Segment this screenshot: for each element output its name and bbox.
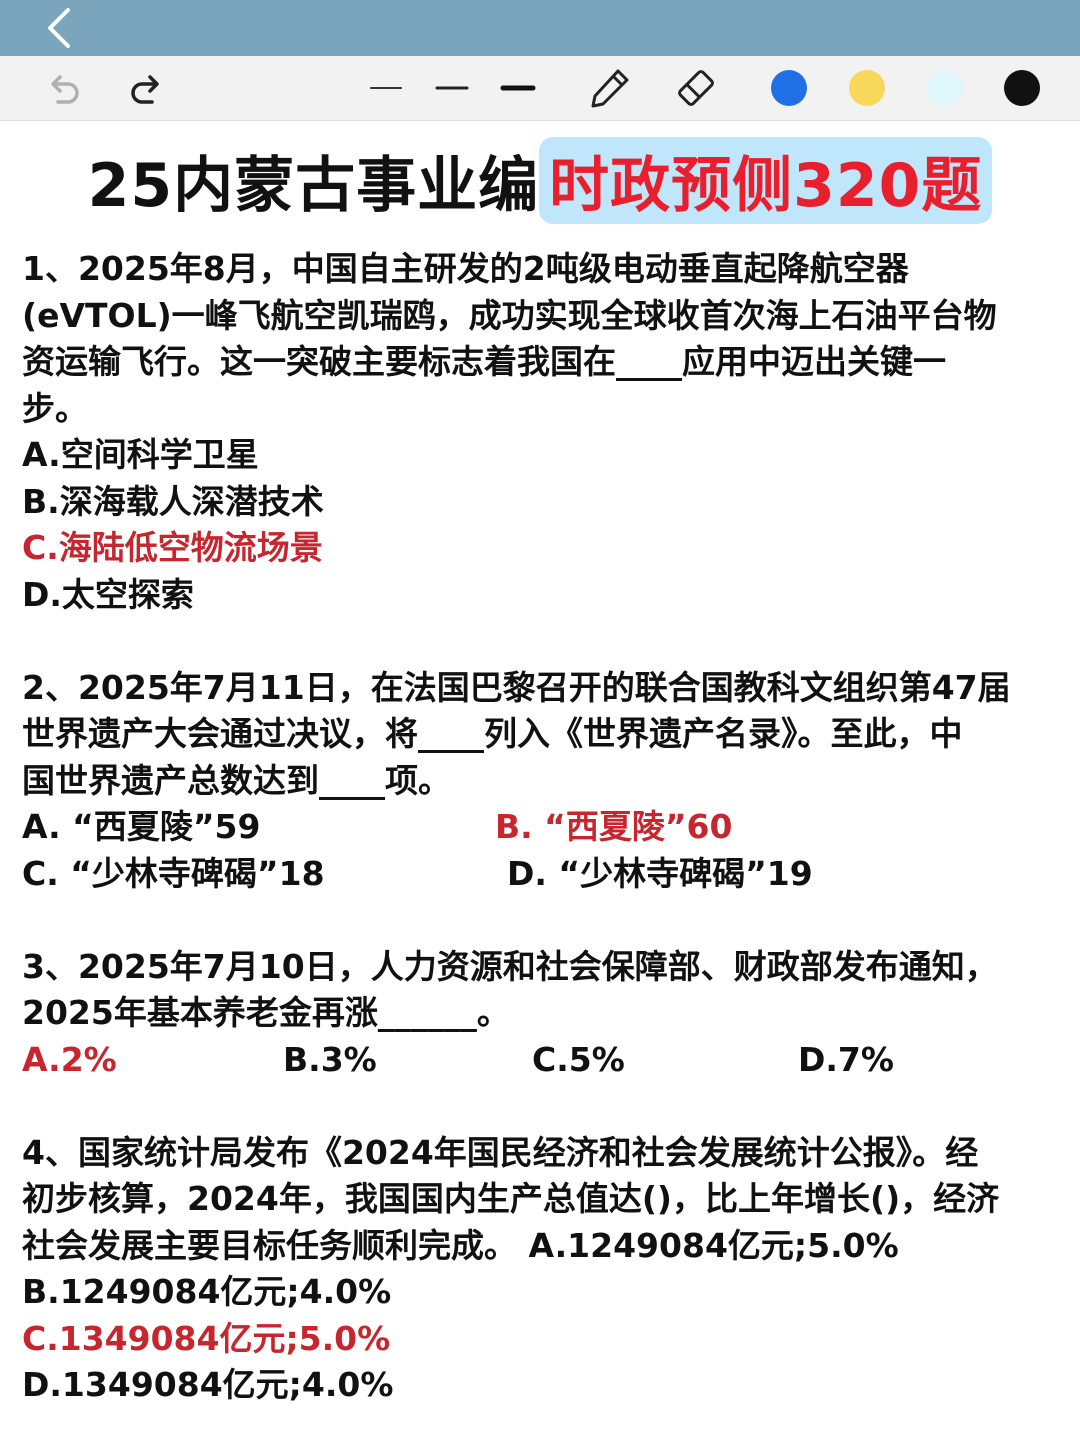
q1-option-a: A.空间科学卫星 [22, 435, 259, 474]
title-part1: 25内蒙古事业编 [87, 150, 540, 221]
color-swatch-black [1004, 70, 1040, 106]
q2-stem-line: 世界遗产大会通过决议，将____列入《世界遗产名录》。至此，中 [22, 714, 963, 753]
q2-option-c: C. “少林寺碑碣”18 [22, 853, 325, 893]
pen-button[interactable] [586, 64, 634, 112]
redo-button[interactable] [122, 64, 170, 112]
color-swatch-cyan [927, 70, 963, 106]
q3-stem-line: 2025年基本养老金再涨______。 [22, 993, 510, 1032]
thick-line-icon [500, 85, 536, 91]
q1-stem-line: 步。 [22, 388, 88, 428]
q2-option-a: A. “西夏陵”59 [22, 807, 261, 846]
color-swatch-yellow [849, 70, 885, 106]
eraser-icon [678, 70, 714, 106]
color-swatch-blue [771, 70, 807, 106]
q1-option-d: D.太空探索 [22, 574, 194, 614]
undo-button[interactable] [40, 64, 88, 112]
question-content: 1、2025年8月，中国自主研发的2吨级电动垂直起降航空器 (eVTOL)一峰飞… [22, 246, 1062, 1409]
thin-line-button[interactable] [362, 64, 410, 112]
q1-option-c-answer: C.海陆低空物流场景 [22, 528, 323, 567]
q3-option-b: B.3% [283, 1039, 377, 1079]
back-button[interactable] [38, 6, 82, 50]
q2-stem-line: 国世界遗产总数达到____项。 [22, 760, 451, 800]
q4-option-d: D.1349084亿元;4.0% [22, 1365, 394, 1404]
q3-option-c: C.5% [532, 1039, 625, 1079]
color-cyan-button[interactable] [921, 64, 969, 112]
redo-icon [131, 75, 159, 104]
q1-stem-line: 资运输飞行。这一突破主要标志着我国在____应用中迈出关键一 [22, 342, 946, 381]
q4-stem-line: 初步核算，2024年，我国国内生产总值达()，比上年增长()，经济 [22, 1179, 1000, 1218]
q1-stem-line: 1、2025年8月，中国自主研发的2吨级电动垂直起降航空器 [22, 249, 909, 288]
thick-line-button[interactable] [494, 64, 542, 112]
q2-option-b-answer: B. “西夏陵”60 [495, 807, 733, 846]
color-blue-button[interactable] [765, 64, 813, 112]
color-yellow-button[interactable] [843, 64, 891, 112]
q1-stem-line: (eVTOL)一峰飞航空凯瑞鸥，成功实现全球收首次海上石油平台物 [22, 295, 997, 335]
top-bar [0, 0, 1080, 56]
q3-stem-line: 3、2025年7月10日，人力资源和社会保障部、财政部发布通知， [22, 946, 998, 986]
annotation-toolbar [0, 56, 1080, 121]
pen-icon [591, 69, 629, 108]
thin-line-icon [370, 87, 402, 89]
back-icon [48, 8, 70, 48]
q2-option-d: D. “少林寺碑碣”19 [507, 853, 813, 893]
color-black-button[interactable] [998, 64, 1046, 112]
q1-option-b: B.深海载人深潜技术 [22, 481, 324, 521]
q4-option-b: B.1249084亿元;4.0% [22, 1272, 392, 1311]
q3-option-a-answer: A.2% [22, 1039, 117, 1079]
undo-icon [51, 75, 79, 104]
q2-options-row-1: A. “西夏陵”59 B. “西夏陵”60 [22, 804, 1062, 851]
q2-options-row-2: C. “少林寺碑碣”18 D. “少林寺碑碣”19 [22, 851, 1062, 898]
q2-stem-line: 2、2025年7月11日，在法国巴黎召开的联合国教科文组织第47届 [22, 667, 1011, 707]
q4-stem-line: 4、国家统计局发布《2024年国民经济和社会发展统计公报》。经 [22, 1132, 979, 1172]
q3-option-d: D.7% [798, 1039, 894, 1079]
eraser-button[interactable] [672, 64, 720, 112]
q4-stem-line: 社会发展主要目标任务顺利完成。 A.1249084亿元;5.0% [22, 1225, 899, 1265]
medium-line-icon [435, 86, 469, 90]
medium-line-button[interactable] [428, 64, 476, 112]
q4-option-c-answer: C.1349084亿元;5.0% [22, 1318, 391, 1358]
q3-options-row: A.2% B.3% C.5% D.7% [22, 1037, 1062, 1084]
title-highlight: 时政预侧320题 [539, 136, 993, 224]
page-title: 25内蒙古事业编 时政预侧320题 [0, 136, 1080, 224]
